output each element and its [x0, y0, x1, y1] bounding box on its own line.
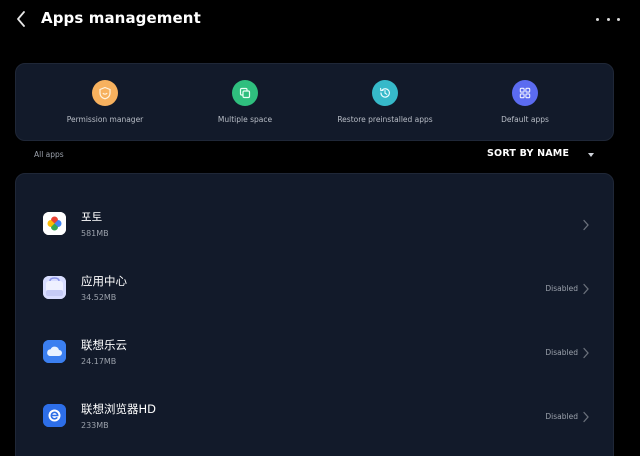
more-options-button[interactable]: [596, 12, 620, 26]
history-icon: [372, 80, 398, 106]
shortcut-label: Permission manager: [66, 115, 144, 124]
app-name: 联想乐云: [81, 338, 127, 352]
caret-down-icon: [588, 153, 594, 157]
shortcut-label: Restore preinstalled apps: [337, 115, 433, 124]
app-row[interactable]: 应用中心 34.52MB Disabled: [16, 257, 615, 321]
app-center-icon: [43, 276, 66, 299]
photos-icon: [43, 212, 66, 235]
sort-dropdown[interactable]: SORT BY NAME: [487, 148, 594, 159]
grid-icon: [512, 80, 538, 106]
back-button[interactable]: [10, 8, 32, 30]
default-apps-shortcut[interactable]: Default apps: [460, 64, 590, 142]
app-name: 联想浏览器HD: [81, 402, 157, 416]
app-name: 포토: [81, 210, 103, 224]
section-label: All apps: [34, 150, 64, 159]
app-size: 581MB: [81, 229, 109, 238]
duplicate-icon: [232, 80, 258, 106]
app-size: 34.52MB: [81, 293, 117, 302]
chevron-right-icon: [583, 347, 589, 359]
multiple-space-shortcut[interactable]: Multiple space: [180, 64, 310, 142]
app-list: 포토 581MB 应用中心 34.52MB Disabled 联想乐云 24.1…: [15, 173, 614, 456]
shortcut-label: Default apps: [501, 115, 549, 124]
chevron-left-icon: [17, 11, 25, 27]
app-size: 233MB: [81, 421, 109, 430]
app-row[interactable]: 联想浏览器HD 233MB Disabled: [16, 385, 615, 449]
sort-label: SORT BY NAME: [487, 148, 570, 159]
chevron-right-icon: [583, 219, 589, 231]
chevron-right-icon: [583, 411, 589, 423]
more-dot-icon: [606, 17, 610, 21]
browser-icon: [43, 404, 66, 427]
shield-icon: [92, 80, 118, 106]
more-dot-icon: [617, 17, 620, 21]
page-title: Apps management: [41, 9, 201, 27]
app-size: 24.17MB: [81, 357, 117, 366]
app-row[interactable]: 포토 581MB: [16, 193, 615, 257]
permission-manager-shortcut[interactable]: Permission manager: [40, 64, 170, 142]
more-dot-icon: [596, 17, 599, 21]
app-status: Disabled: [545, 284, 578, 293]
app-name: 应用中心: [81, 274, 127, 288]
restore-apps-shortcut[interactable]: Restore preinstalled apps: [320, 64, 450, 142]
shortcut-label: Multiple space: [217, 115, 273, 124]
app-status: Disabled: [545, 412, 578, 421]
cloud-icon: [43, 340, 66, 363]
shortcut-panel: Permission manager Multiple space Restor…: [15, 63, 614, 141]
list-header: All apps SORT BY NAME: [0, 145, 640, 169]
chevron-right-icon: [583, 283, 589, 295]
app-row[interactable]: 联想乐云 24.17MB Disabled: [16, 321, 615, 385]
top-bar: Apps management: [0, 0, 640, 40]
app-status: Disabled: [545, 348, 578, 357]
